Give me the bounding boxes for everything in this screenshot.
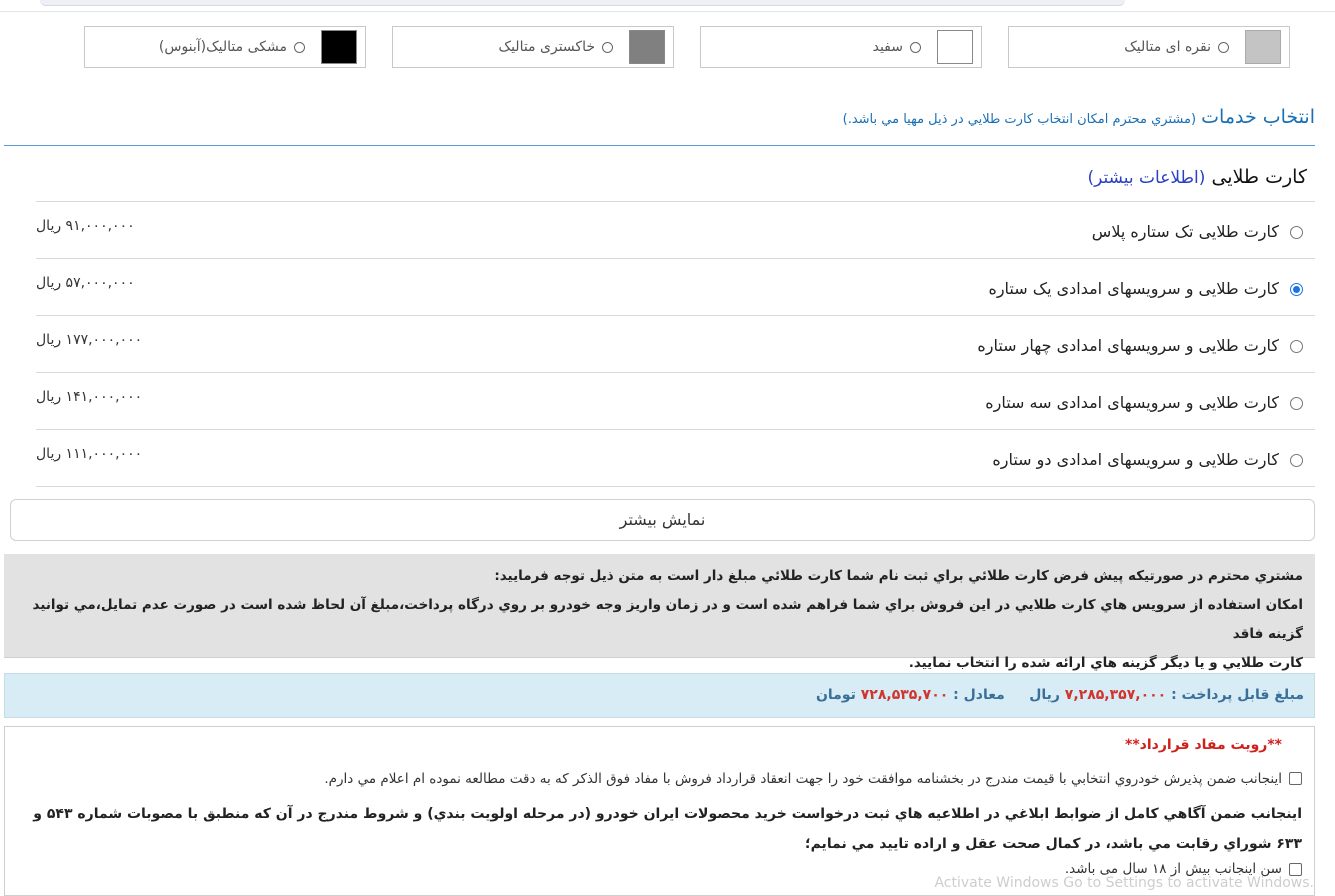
option-label: کارت طلایی تک ستاره پلاس: [1091, 222, 1279, 241]
rules-acknowledgement-text: اينجانب ضمن آگاهي كامل از ضوابط ابلاغي د…: [33, 806, 1302, 852]
gold-card-more-info-link[interactable]: (اطلاعات بیشتر): [1087, 168, 1205, 188]
option-price: ۵۷,۰۰۰,۰۰۰ ریال: [36, 275, 135, 291]
equivalent-currency: تومان: [815, 687, 856, 703]
contract-terms: **رویت مفاد قرارداد** اينجانب ضمن پذيرش …: [4, 726, 1315, 896]
color-label-silver: نقره ای متالیک: [1124, 39, 1211, 55]
equivalent-label: معادل :: [953, 687, 1005, 703]
gold-card-option[interactable]: کارت طلایی و سرویسهای امدادی دو ستاره ۱۱…: [36, 430, 1315, 487]
gold-card-option[interactable]: کارت طلایی و سرویسهای امدادی سه ستاره ۱۴…: [36, 373, 1315, 430]
option-radio[interactable]: [1290, 397, 1303, 410]
services-subtitle: (مشتري محترم امكان انتخاب كارت طلايي در …: [842, 112, 1197, 127]
services-title: انتخاب خدمات: [1201, 106, 1315, 128]
option-radio[interactable]: [1290, 226, 1303, 239]
equivalent-amount: ۷۲۸,۵۳۵,۷۰۰: [860, 687, 949, 703]
option-label: کارت طلایی و سرویسهای امدادی سه ستاره: [985, 393, 1279, 412]
show-more-button[interactable]: نمایش بیشتر: [10, 499, 1315, 541]
color-label-gray: خاکستری متالیک: [498, 39, 595, 55]
color-label-white: سفید: [872, 39, 903, 55]
color-radio-gray[interactable]: [602, 42, 613, 53]
color-option-gray[interactable]: خاکستری متالیک: [392, 26, 674, 68]
option-price: ۹۱,۰۰۰,۰۰۰ ریال: [36, 218, 135, 234]
notice-line-2: امكان استفاده از سرويس هاي كارت طلايي در…: [32, 597, 1303, 642]
color-label-black: مشکی متالیک(آبنوس): [158, 39, 287, 55]
color-swatch-white: [937, 30, 973, 64]
gold-card-option[interactable]: کارت طلایی تک ستاره پلاس ۹۱,۰۰۰,۰۰۰ ریال: [36, 202, 1315, 259]
option-price: ۱۱۱,۰۰۰,۰۰۰ ریال: [36, 446, 143, 462]
os-activation-watermark: Activate Windows Go to Settings to activ…: [934, 875, 1314, 891]
payable-amount-bar: مبلغ قابل پرداخت : ۷,۲۸۵,۳۵۷,۰۰۰ ریال مع…: [4, 673, 1315, 718]
color-swatch-silver: [1245, 30, 1281, 64]
agree-terms-text: اينجانب ضمن پذيرش خودروي انتخابي با قيمت…: [324, 771, 1282, 787]
services-divider: [4, 145, 1315, 146]
option-radio[interactable]: [1290, 454, 1303, 467]
notice-line-1: مشتري محترم در صورتيكه پيش فرض كارت طلائ…: [494, 568, 1303, 584]
gold-card-option[interactable]: کارت طلایی و سرویسهای امدادی چهار ستاره …: [36, 316, 1315, 373]
payable-amount: ۷,۲۸۵,۳۵۷,۰۰۰: [1064, 687, 1167, 703]
option-price: ۱۴۱,۰۰۰,۰۰۰ ریال: [36, 389, 143, 405]
gold-card-title: کارت طلایی (اطلاعات بیشتر): [1087, 166, 1307, 188]
color-radio-white[interactable]: [910, 42, 921, 53]
payable-label: مبلغ قابل پرداخت :: [1171, 687, 1304, 703]
color-swatch-gray: [629, 30, 665, 64]
gold-card-notice: مشتري محترم در صورتيكه پيش فرض كارت طلائ…: [4, 554, 1315, 671]
payable-currency: ریال: [1029, 687, 1060, 703]
color-options: نقره ای متالیک سفید خاکستری متالیک مشکی …: [0, 26, 1335, 72]
gold-card-option[interactable]: کارت طلایی و سرویسهای امدادی یک ستاره ۵۷…: [36, 259, 1315, 316]
option-label: کارت طلایی و سرویسهای امدادی دو ستاره: [992, 450, 1279, 469]
color-option-black[interactable]: مشکی متالیک(آبنوس): [84, 26, 366, 68]
contract-title: **رویت مفاد قرارداد**: [1125, 737, 1282, 753]
agree-terms-checkbox[interactable]: [1289, 772, 1302, 785]
gold-card-title-text: کارت طلایی: [1211, 166, 1307, 188]
color-radio-black[interactable]: [294, 42, 305, 53]
color-radio-silver[interactable]: [1218, 42, 1229, 53]
color-swatch-black: [321, 30, 357, 64]
color-option-silver[interactable]: نقره ای متالیک: [1008, 26, 1290, 68]
option-price: ۱۷۷,۰۰۰,۰۰۰ ریال: [36, 332, 143, 348]
top-strip: [0, 0, 1335, 12]
option-label: کارت طلایی و سرویسهای امدادی چهار ستاره: [977, 336, 1279, 355]
services-header: انتخاب خدمات (مشتري محترم امكان انتخاب ك…: [843, 106, 1315, 128]
option-radio-selected[interactable]: [1290, 283, 1303, 296]
option-radio[interactable]: [1290, 340, 1303, 353]
header-divider: [0, 11, 1335, 12]
option-label: کارت طلایی و سرویسهای امدادی یک ستاره: [988, 279, 1279, 298]
header-bar: [40, 0, 1125, 6]
color-option-white[interactable]: سفید: [700, 26, 982, 68]
